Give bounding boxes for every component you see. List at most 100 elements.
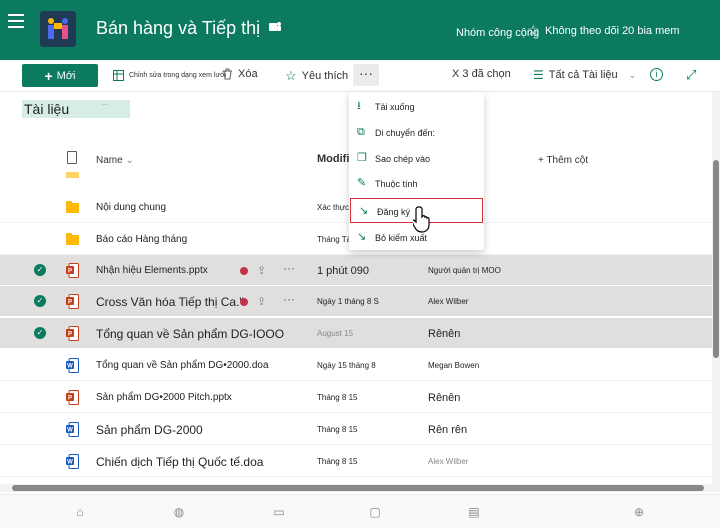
menu-item-move-to[interactable]: ⧉ Di chuyển đến: <box>349 120 484 145</box>
library-title[interactable]: Tài liệu ··· <box>22 100 130 118</box>
more-icon[interactable]: ··· <box>283 261 295 275</box>
folder-icon <box>66 201 79 213</box>
globe-icon[interactable]: ◍ <box>172 505 186 519</box>
expand-icon[interactable]: ⤢ <box>686 67 696 83</box>
file-name[interactable]: Chiến dịch Tiếp thị Quốc tế.doa <box>96 455 263 469</box>
favorite-button[interactable]: ☆ Yêu thích <box>285 68 348 84</box>
modified-by: Rên rên <box>428 424 468 436</box>
word-icon: W <box>66 454 79 469</box>
edit-icon: ✎ <box>357 177 367 189</box>
more-icon[interactable]: ··· <box>283 292 295 306</box>
file-name[interactable]: Sản phẩm DG-2000 <box>96 423 203 437</box>
modified-date: Tháng 8 15 <box>317 457 358 466</box>
svg-text:P: P <box>68 396 72 402</box>
view-switcher[interactable]: ☰ Tất cả Tài liệu ⌄ <box>533 68 636 82</box>
discard-checkout-icon: ↘ <box>357 231 367 243</box>
plus-icon: + <box>44 67 53 84</box>
files-icon[interactable]: ▢ <box>368 505 382 519</box>
modified-date: 1 phút 090 <box>317 265 369 277</box>
view-label: Tất cả Tài liệu <box>548 69 618 81</box>
star-icon[interactable]: ☆ <box>527 22 540 39</box>
modified-by: Rênên <box>428 328 461 340</box>
more-actions-button[interactable]: ··· <box>353 64 379 86</box>
modified-date: Tháng 8 15 <box>317 425 358 434</box>
menu-item-download[interactable]: ⭳ Tải xuống <box>349 94 484 119</box>
grid-edit-label: Chỉnh sửa trong dạng xem lưới <box>129 72 227 79</box>
table-row[interactable]: ✓ P Cross Văn hóa Tiếp thị Ca." ⇪ ··· Ngày 1 … <box>0 286 712 317</box>
file-type-icon[interactable] <box>67 151 77 164</box>
vertical-scroll-thumb[interactable] <box>713 160 719 358</box>
table-row[interactable]: ✓ P Tổng quan về Sản phẩm DG-IOOO August 15… <box>0 318 712 349</box>
modified-date: Ngày 15 tháng 8 <box>317 361 376 370</box>
new-button-label: Mới <box>56 69 76 82</box>
file-name[interactable]: Sản phẩm DG•2000 Pitch.pptx <box>96 392 232 403</box>
new-button[interactable]: + Mới <box>22 64 98 87</box>
lists-icon[interactable]: ▤ <box>467 505 481 519</box>
menu-item-properties[interactable]: ✎ Thuộc tính <box>349 171 484 196</box>
vertical-scrollbar[interactable] <box>712 92 720 484</box>
table-row[interactable]: ✓ P Nhận hiệu Elements.pptx ⇪ ··· 1 phút 090 N… <box>0 255 712 286</box>
file-name[interactable]: Nhận hiệu Elements.pptx <box>96 265 208 276</box>
horizontal-scroll-thumb[interactable] <box>12 485 704 491</box>
grid-edit-button[interactable]: Chỉnh sửa trong dạng xem lưới <box>113 70 226 81</box>
news-icon[interactable]: ▭ <box>272 505 286 519</box>
column-name[interactable]: Name ⌄ <box>96 155 134 166</box>
menu-item-label: Tải xuống <box>375 102 415 112</box>
site-title[interactable]: Bán hàng và Tiếp thị <box>96 18 260 39</box>
table-row[interactable]: W Tổng quan về Sản phẩm DG•2000.doa Ngày 1… <box>0 350 712 381</box>
home-icon[interactable]: ⌂ <box>73 505 87 519</box>
modified-by: Alex Wilber <box>428 457 469 466</box>
file-name[interactable]: Báo cáo Hàng tháng <box>96 234 187 245</box>
svg-text:P: P <box>68 332 72 338</box>
app-launcher-icon[interactable] <box>8 14 24 28</box>
copy-icon: ❐ <box>357 152 367 164</box>
table-row[interactable]: P Sản phẩm DG•2000 Pitch.pptx Tháng 8 15 Rê… <box>0 382 712 413</box>
share-icon[interactable]: ⇪ <box>257 295 266 308</box>
file-name[interactable]: Cross Văn hóa Tiếp thị Ca." <box>96 295 244 309</box>
add-icon[interactable]: ⊕ <box>632 505 646 519</box>
modified-date: Ngày 1 tháng 8 S <box>317 297 379 306</box>
delete-button[interactable]: Xóa <box>222 68 258 80</box>
add-column-button[interactable]: + Thêm cột <box>538 155 588 166</box>
horizontal-scrollbar[interactable] <box>0 484 720 492</box>
svg-text:P: P <box>68 269 72 275</box>
bottom-nav: ⌂ ◍ ▭ ▢ ▤ ⊕ <box>0 494 720 528</box>
chevron-down-icon: ⌄ <box>628 69 637 80</box>
library-title-badge: ··· <box>102 102 108 108</box>
checkmark-icon[interactable]: ✓ <box>34 327 46 339</box>
svg-text:W: W <box>67 460 73 466</box>
info-icon[interactable]: i <box>650 68 663 81</box>
column-name-label: Name <box>96 155 123 166</box>
alert-icon[interactable] <box>240 267 248 275</box>
menu-item-copy-to[interactable]: ❐ Sao chép vào <box>349 146 484 171</box>
modified-by: Rênên <box>428 392 461 404</box>
word-icon: W <box>66 422 79 437</box>
powerpoint-icon: P <box>66 390 79 405</box>
checkmark-icon[interactable]: ✓ <box>34 264 46 276</box>
table-row[interactable]: W Sản phẩm DG-2000 Tháng 8 15 Rên rên <box>0 414 712 445</box>
file-name[interactable]: Tổng quan về Sản phẩm DG•2000.doa <box>96 360 269 371</box>
follow-status-label[interactable]: Không theo dõi 20 bia mem <box>545 25 680 37</box>
modified-date: Xác thực <box>317 203 350 212</box>
table-row[interactable]: W Chiến dịch Tiếp thị Quốc tế.doa Tháng 8 … <box>0 446 712 477</box>
modified-by: Alex Wilber <box>428 297 469 306</box>
list-icon: ☰ <box>533 68 544 82</box>
file-name[interactable]: Nội dung chung <box>96 202 166 213</box>
menu-item-label: Sao chép vào <box>375 154 431 164</box>
share-icon[interactable]: ⇪ <box>257 264 266 277</box>
powerpoint-icon: P <box>66 294 79 309</box>
delete-label: Xóa <box>238 68 258 80</box>
teams-icon[interactable] <box>268 20 282 34</box>
file-name[interactable]: Tổng quan về Sản phẩm DG-IOOO <box>96 327 284 341</box>
modified-by: Megan Bowen <box>428 361 480 370</box>
alert-icon[interactable] <box>240 298 248 306</box>
selection-count-button[interactable]: X 3 đã chọn <box>452 68 511 80</box>
star-outline-icon: ☆ <box>285 68 297 83</box>
hand-cursor-icon <box>413 206 430 233</box>
checkmark-icon[interactable]: ✓ <box>34 295 46 307</box>
powerpoint-icon: P <box>66 263 79 278</box>
site-logo[interactable] <box>40 11 76 47</box>
menu-item-label: Đăng ký <box>377 207 411 217</box>
menu-item-label: Thuộc tính <box>375 179 418 189</box>
chevron-down-icon: ⌄ <box>125 155 134 166</box>
